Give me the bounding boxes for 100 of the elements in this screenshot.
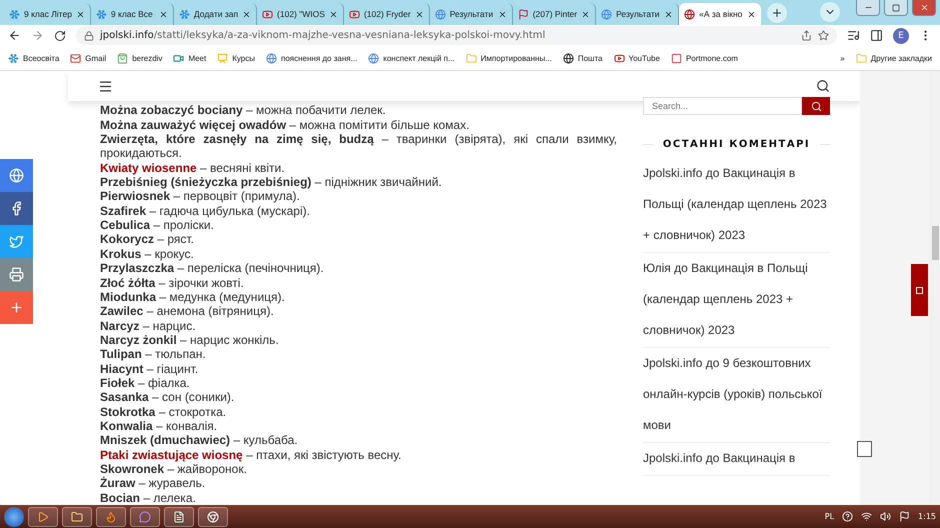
tab-search-button[interactable] (820, 2, 840, 22)
bookmark-link[interactable]: пояснення до заня... (266, 52, 358, 64)
board-icon (217, 52, 228, 64)
close-icon[interactable] (581, 10, 590, 18)
menu-icon (98, 78, 113, 94)
vocabulary-entry: Można zauważyć więcej owadów – можна помітити більше комах. (100, 118, 470, 132)
comment-link[interactable]: Jpolski.info до 9 безкоштовних онлайн-курсів (уроків) польської мови (643, 348, 830, 444)
close-icon[interactable] (76, 10, 85, 18)
close-icon[interactable] (498, 10, 507, 18)
bookmark-link[interactable]: Portmone.com (670, 52, 738, 64)
minimize-button[interactable] (856, 0, 880, 16)
taskbar-app[interactable] (96, 506, 126, 526)
new-tab-button[interactable] (767, 3, 788, 23)
share-button[interactable] (0, 258, 33, 291)
search-field[interactable]: Search... (643, 97, 802, 116)
close-icon[interactable] (158, 10, 168, 18)
tab-title: (102) "WIOS (277, 9, 325, 19)
search-icon (816, 79, 830, 94)
snowflake-icon (96, 8, 107, 20)
start-button[interactable] (4, 506, 24, 526)
language-indicator[interactable]: PL (824, 512, 834, 521)
bag-icon (117, 52, 128, 64)
bookmark-link[interactable]: Курсы (217, 52, 256, 64)
taskbar-app[interactable] (198, 506, 228, 526)
close-icon[interactable] (414, 10, 424, 18)
vocabulary-entry: Krokus – крокус. (100, 246, 195, 262)
print-icon (9, 267, 24, 282)
close-window-button[interactable] (912, 0, 936, 16)
bookmark-link[interactable]: Пошта (562, 52, 602, 64)
bird-icon (9, 234, 24, 249)
share-button[interactable] (0, 225, 33, 258)
tab-title: (207) Pinter (532, 9, 578, 19)
help-icon[interactable] (842, 511, 854, 522)
media-button[interactable] (847, 29, 860, 42)
vocabulary-entry: Skowronek – жайворонок. (100, 462, 248, 476)
vocabulary-entry: Cebulica – проліски. (100, 218, 215, 232)
share-button[interactable] (0, 159, 33, 192)
snowflake-icon (9, 8, 20, 20)
comment-link[interactable]: Jpolski.info до Вакцинація в (643, 443, 830, 476)
taskbar-app[interactable] (28, 506, 58, 526)
section-heading: Kwiaty wiosenne – весняні квіти. (100, 160, 286, 176)
camera-icon (173, 52, 184, 64)
bookmark-link[interactable]: YouTube (614, 52, 660, 64)
flag-icon[interactable] (899, 511, 910, 522)
share-icon[interactable] (801, 30, 812, 41)
mail-icon (70, 52, 82, 64)
search-submit-button[interactable] (802, 97, 830, 116)
video-icon (262, 8, 274, 20)
checkbox[interactable] (857, 441, 872, 457)
forward-button[interactable] (31, 29, 44, 42)
bookmark-link[interactable]: конспект лекцій п... (368, 52, 455, 64)
menu-button[interactable] (98, 78, 113, 94)
reload-icon (54, 30, 66, 42)
bookmark-link[interactable]: berezdiv (117, 52, 162, 64)
comment-link[interactable]: Jpolski.info до Вакцинація в Польщі (календар щеплень 2023 + словничок) 2023 (643, 158, 830, 254)
search-icon (810, 100, 822, 112)
scrollbar[interactable] (930, 71, 940, 505)
close-icon[interactable] (747, 10, 756, 18)
vocabulary-entry: Narcyz żonkil – нарцис жонкіль. (100, 332, 280, 348)
more-bookmarks-button[interactable]: » (840, 54, 845, 62)
tab-title: 9 клас Літер (24, 9, 72, 19)
vocabulary-entry: Narcyz – нарцис. (100, 318, 197, 333)
vocabulary-entry: Miodunka – медунка (медуниця). (100, 290, 286, 304)
network-icon[interactable] (861, 511, 872, 522)
close-icon[interactable] (328, 10, 338, 18)
bookmark-link[interactable]: Meet (173, 52, 206, 64)
side-panel-button[interactable] (870, 29, 883, 42)
bookmark-link[interactable]: Gmail (70, 52, 106, 64)
address-bar[interactable]: jpolski.info/statti/leksyka/a-za-viknom-majzhe-vesna-vesniana-leksyka-polskoi-movy.html (76, 26, 837, 45)
search-button[interactable] (816, 79, 830, 94)
folder-icon (466, 52, 477, 64)
side-tab-button[interactable] (911, 264, 928, 316)
maximize-button[interactable] (884, 0, 908, 16)
volume-icon[interactable] (880, 511, 892, 522)
folder-icon (856, 52, 867, 64)
taskbar-app[interactable] (164, 506, 194, 526)
plus-icon (771, 7, 784, 19)
tab-title: Додати зап (194, 9, 238, 19)
taskbar-app[interactable] (62, 506, 92, 526)
vocabulary-entry: Zawilec – анемона (вітряниця). (100, 304, 275, 319)
close-icon[interactable] (242, 10, 252, 18)
profile-avatar[interactable]: E (893, 28, 909, 44)
tab-title: «А за вікно (699, 9, 744, 19)
vocabulary-entry: Pierwiosnek – первоцвіт (примула). (100, 189, 301, 204)
vocabulary-entry: Fiołek – фіалка. (100, 376, 191, 390)
plus-icon (9, 300, 24, 315)
close-icon[interactable] (664, 10, 674, 18)
vocabulary-entry: Bocian – лелека. (100, 490, 197, 505)
share-button[interactable] (0, 192, 33, 225)
bookmark-folder[interactable]: Другие закладки (856, 52, 932, 64)
back-button[interactable] (8, 29, 21, 42)
tab-title: Результати (450, 9, 494, 19)
snowflake-icon (8, 52, 19, 64)
bookmark-link[interactable]: Всеосвіта (8, 52, 60, 64)
star-icon[interactable] (818, 30, 829, 41)
bookmark-link[interactable]: Импортированны... (466, 52, 552, 64)
comment-link[interactable]: Юлія до Вакцинація в Польщі (календар щеплень 2023 + словничок) 2023 (643, 253, 830, 348)
browser-tab[interactable]: «А за вікно (679, 3, 762, 25)
clock[interactable]: 1:15 (918, 512, 936, 521)
reload-button[interactable] (54, 30, 66, 42)
